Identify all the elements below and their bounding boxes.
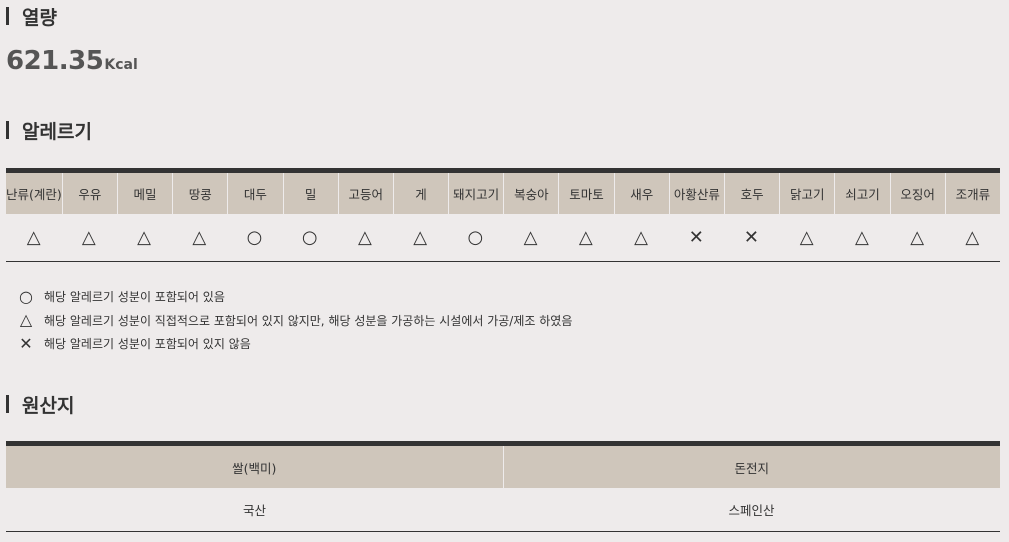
allergy-status-icon: △ — [634, 227, 648, 248]
origin-value-row: 국산 스페인산 — [6, 488, 1000, 531]
origin-section-title: 원산지 — [6, 392, 75, 417]
allergy-header-cell: 아황산류 — [670, 173, 726, 214]
allergy-header-cell: 복숭아 — [504, 173, 560, 214]
allergy-status-icon: △ — [854, 227, 869, 248]
legend-item-cross-contact: △ 해당 알레르기 성분이 직접적으로 포함되어 있지 않지만, 해당 성분을 … — [18, 309, 573, 333]
allergy-status-icon: △ — [26, 227, 41, 248]
allergy-header-cell: 땅콩 — [173, 173, 229, 214]
origin-header-row: 쌀(백미) 돈전지 — [6, 446, 1000, 488]
allergy-section-title: 알레르기 — [6, 118, 92, 143]
allergy-status-icon: △ — [523, 227, 538, 248]
legend-text: 해당 알레르기 성분이 직접적으로 포함되어 있지 않지만, 해당 성분을 가공… — [44, 313, 573, 328]
allergy-header-cell: 밀 — [284, 173, 339, 214]
allergy-status-icon: △ — [358, 227, 372, 248]
origin-value-cell: 국산 — [242, 503, 266, 518]
calorie-section-title: 열량 — [6, 4, 57, 29]
calorie-value: 621.35 — [6, 46, 104, 76]
origin-table: 쌀(백미) 돈전지 국산 스페인산 — [6, 441, 1000, 532]
allergy-header-cell: 쇠고기 — [835, 173, 891, 214]
allergy-header-cell: 호두 — [725, 173, 781, 214]
allergy-status-icon: ✕ — [743, 227, 759, 248]
allergy-table: 난류(계란) 우유 메밀 땅콩 대두 밀 고등어 게 돼지고기 복숭아 토마토 … — [6, 168, 1000, 262]
calorie-unit: Kcal — [104, 57, 138, 73]
circle-icon: ○ — [19, 286, 33, 306]
allergy-status-icon: △ — [81, 227, 96, 248]
origin-value-cell: 스페인산 — [728, 503, 775, 518]
title-bar-marker — [6, 121, 9, 139]
allergy-status-icon: ○ — [301, 227, 318, 248]
triangle-icon: △ — [19, 310, 33, 330]
allergy-header-cell: 게 — [394, 173, 450, 214]
allergy-header-cell: 닭고기 — [780, 173, 836, 214]
allergy-status-icon: △ — [413, 227, 428, 248]
allergy-header-cell: 메밀 — [118, 173, 174, 214]
legend-item-not-contains: ✕ 해당 알레르기 성분이 포함되어 있지 않음 — [18, 332, 572, 356]
title-bar-marker — [6, 395, 9, 413]
allergy-header-cell: 대두 — [228, 173, 284, 214]
allergy-status-icon: △ — [192, 227, 207, 248]
allergy-status-icon: △ — [578, 227, 593, 248]
allergy-status-icon: △ — [799, 227, 814, 248]
origin-header-cell: 돈전지 — [734, 460, 769, 476]
origin-header-cell: 쌀(백미) — [6, 446, 504, 488]
allergy-legend: ○ 해당 알레르기 성분이 포함되어 있음 △ 해당 알레르기 성분이 직접적으… — [18, 285, 572, 356]
allergy-header-cell: 새우 — [615, 173, 670, 214]
product-info-page: 열량 621.35 Kcal 알레르기 난류(계란) 우유 메밀 땅콩 대두 밀… — [0, 0, 1009, 542]
origin-title: 원산지 — [22, 394, 75, 417]
calorie-title: 열량 — [22, 6, 57, 29]
allergy-status-icon: △ — [137, 227, 151, 248]
allergy-header-cell: 우유 — [63, 173, 118, 214]
allergy-header-cell: 고등어 — [339, 173, 394, 214]
allergy-status-icon: △ — [965, 227, 980, 248]
allergy-header-cell: 토마토 — [559, 173, 615, 214]
allergy-header-row: 난류(계란) 우유 메밀 땅콩 대두 밀 고등어 게 돼지고기 복숭아 토마토 … — [6, 173, 1000, 214]
allergy-header-cell: 돼지고기 — [449, 173, 505, 214]
allergy-status-icon: ○ — [467, 227, 484, 248]
allergy-value-row: △ △ △ △ ○ ○ △ △ ○ △ △ △ ✕ ✕ △ △ △ △ — [6, 214, 1000, 261]
legend-item-contains: ○ 해당 알레르기 성분이 포함되어 있음 — [18, 285, 572, 309]
legend-text: 해당 알레르기 성분이 포함되어 있지 않음 — [44, 337, 251, 352]
allergy-status-icon: ✕ — [688, 227, 704, 248]
allergy-title: 알레르기 — [22, 120, 92, 143]
legend-text: 해당 알레르기 성분이 포함되어 있음 — [44, 290, 225, 305]
allergy-header-cell: 오징어 — [891, 173, 946, 214]
allergy-status-icon: △ — [910, 227, 925, 248]
calorie-value-display: 621.35 Kcal — [6, 46, 138, 76]
allergy-header-cell: 조개류 — [955, 187, 991, 202]
allergy-header-cell: 난류(계란) — [6, 173, 63, 214]
allergy-status-icon: ○ — [246, 227, 263, 248]
cross-icon: ✕ — [19, 333, 33, 353]
title-bar-marker — [6, 7, 9, 25]
